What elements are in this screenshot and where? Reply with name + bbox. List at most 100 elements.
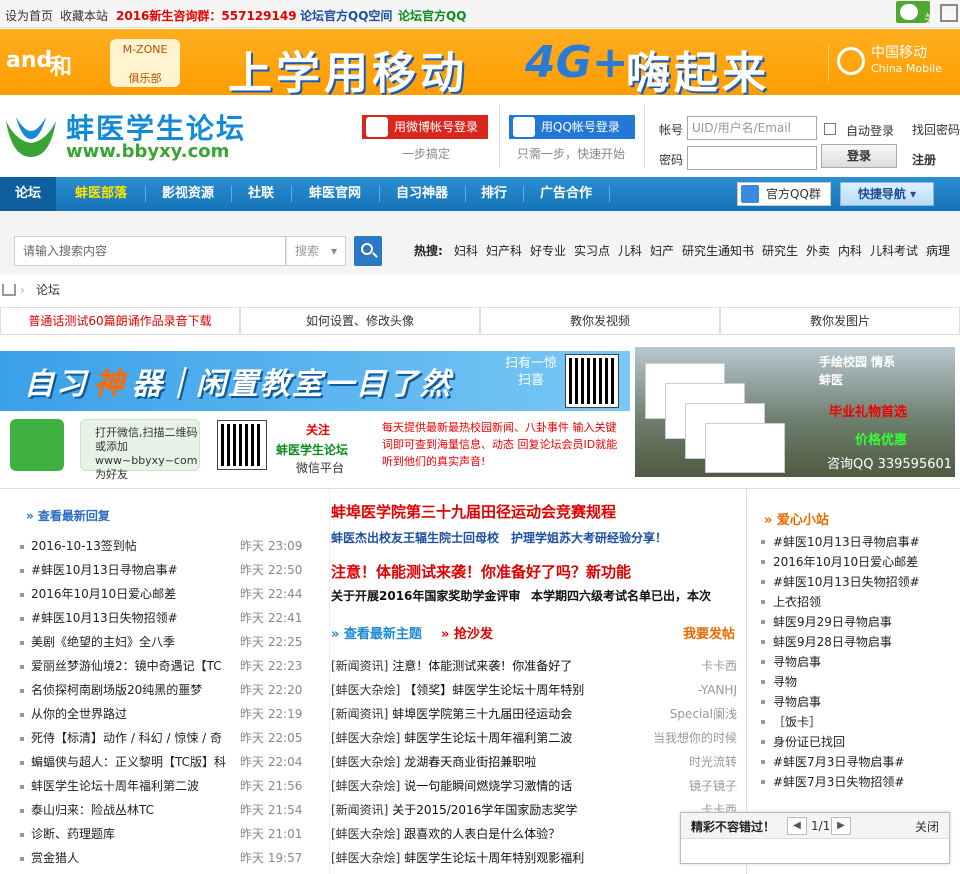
table-row[interactable]: [蚌医大杂烩] 龙湖春天商业街招兼职啦 时光流转 (331, 750, 737, 774)
home-icon[interactable] (2, 284, 16, 296)
weibo-login-button[interactable]: 用微博帐号登录 (362, 115, 488, 139)
quick-nav-button[interactable]: 快捷导航 ▾ (840, 182, 934, 206)
hot-search-item[interactable]: 研究生通知书 (682, 242, 754, 259)
study-tool-ad[interactable]: 自习 神 器｜闲置教室一目了然 扫有一惊扫喜 (0, 351, 630, 411)
list-item[interactable]: 寻物 (761, 672, 951, 692)
hot-search-item[interactable]: 病理 (926, 242, 950, 259)
nav-item-videos[interactable]: 影视资源 (146, 177, 230, 211)
list-item[interactable]: #蚌医10月13日失物招领# (761, 572, 951, 592)
list-item[interactable]: 2016-10-13签到帖 昨天 23:09 (20, 534, 310, 558)
list-item[interactable]: 2016年10月10日爱心邮差 昨天 22:44 (20, 582, 310, 606)
campus-drawing-ad[interactable]: 手绘校园 情系蚌医 毕业礼物首选 价格优惠 咨询QQ 339595601 (635, 347, 955, 477)
list-item[interactable]: #蚌医10月13日寻物启事# 昨天 22:50 (20, 558, 310, 582)
table-row[interactable]: [新闻资讯] 蚌埠医学院第三十九届田径运动会 Special阑浅 (331, 702, 737, 726)
search-button[interactable] (354, 236, 382, 266)
fullscreen-icon[interactable] (940, 4, 958, 22)
subheadline-1a[interactable]: 蚌医杰出校友王辐生院士回母校 (331, 529, 499, 546)
bookmark-link[interactable]: 收藏本站 (60, 7, 108, 24)
list-item[interactable]: 泰山归来：险战丛林TC 昨天 21:54 (20, 798, 310, 822)
subheadline-2b[interactable]: 本学期四六级考试名单已出，本次 (531, 587, 711, 604)
hot-search-item[interactable]: 妇产科 (486, 242, 522, 259)
set-home-link[interactable]: 设为首页 (5, 7, 53, 24)
list-item[interactable]: 寻物启事 (761, 692, 951, 712)
site-logo-icon[interactable] (2, 111, 60, 161)
next-arrow-icon[interactable]: ▶ (831, 817, 851, 835)
official-qq-link[interactable]: 论坛官方QQ (398, 7, 466, 24)
list-item[interactable]: 寻物启事 (761, 652, 951, 672)
quick-link-image[interactable]: 教你发图片 (720, 307, 960, 335)
site-url[interactable]: www.bbyxy.com (66, 141, 229, 162)
prev-arrow-icon[interactable]: ◀ (787, 817, 807, 835)
auto-login-checkbox[interactable] (824, 123, 836, 135)
table-row[interactable]: [新闻资讯] 关于2015/2016学年国家励志奖学 卡卡西 (331, 798, 737, 822)
list-item[interactable]: 蝙蝠侠与超人：正义黎明【TC版】科 昨天 22:04 (20, 750, 310, 774)
table-row[interactable]: [蚌医大杂烩] 蚌医学生论坛十周年福利第二波 当我想你的时候 (331, 726, 737, 750)
search-scope-select[interactable]: 搜索 ▾ (286, 236, 346, 266)
qq-group-link[interactable]: 2016新生咨询群：557129149 (116, 7, 297, 24)
password-input[interactable] (687, 146, 817, 170)
subheadline-2a[interactable]: 关于开展2016年国家奖助学金评审 (331, 587, 520, 604)
list-item[interactable]: #蚌医10月13日寻物启事# (761, 532, 951, 552)
official-qq-group-button[interactable]: 官方QQ群 (737, 182, 831, 206)
wechat-platform-ad[interactable]: 打开微信,扫描二维码或添加 www~bbyxy~com为好友 关注 蚌医学生论坛… (0, 413, 630, 481)
list-item[interactable]: 蚌医学生论坛十周年福利第二波 昨天 21:56 (20, 774, 310, 798)
list-item[interactable]: 蚌医9月29日寻物启事 (761, 612, 951, 632)
table-row[interactable]: [蚌医大杂烩] 蚌医学生论坛十周年特别观影福利 (331, 846, 737, 870)
table-row[interactable]: [蚌医大杂烩] 说一句能瞬间燃烧学习激情的话 镜子镜子 (331, 774, 737, 798)
list-item[interactable]: #蚌医7月3日寻物启事# (761, 752, 951, 772)
table-row[interactable]: [新闻资讯] 注意！体能测试来袭！你准备好了 卡卡西 (331, 654, 737, 678)
list-item[interactable]: 名侦探柯南剧场版20纯黑的噩梦 昨天 22:20 (20, 678, 310, 702)
list-item[interactable]: 赏金猎人 昨天 19:57 (20, 846, 310, 870)
hot-search-item[interactable]: 研究生 (762, 242, 798, 259)
top-banner-ad[interactable]: and 和 M-ZONE 俱乐部 上学用移动 4G+ 嗨起来 中国移动 China … (0, 29, 960, 99)
list-item[interactable]: 诊断、药理题库 昨天 21:01 (20, 822, 310, 846)
breadcrumb-current[interactable]: 论坛 (36, 275, 60, 305)
list-item[interactable]: 美剧《绝望的主妇》全八季 昨天 22:25 (20, 630, 310, 654)
nav-item-ranking[interactable]: 排行 (466, 177, 522, 211)
latest-threads-tab[interactable]: » 查看最新主题 (331, 623, 422, 642)
nav-item-ads[interactable]: 广告合作 (524, 177, 608, 211)
love-station-title[interactable]: » 爱心小站 (764, 509, 829, 528)
list-item[interactable]: 死侍【标清】动作 / 科幻 / 惊悚 / 奇昨天 22:05 (20, 726, 310, 750)
qzone-link[interactable]: 论坛官方QQ空间 (300, 7, 392, 24)
account-input[interactable]: UID/用户名/Email (687, 116, 817, 140)
list-item[interactable]: #蚌医7月3日失物招领# (761, 772, 951, 792)
new-post-button[interactable]: 我要发帖 (683, 623, 735, 642)
list-item[interactable]: 爱丽丝梦游仙境2：镜中奇遇记【TC 昨天 22:23 (20, 654, 310, 678)
list-item[interactable]: 身份证已找回 (761, 732, 951, 752)
nav-item-club[interactable]: 社联 (232, 177, 290, 211)
hot-search-item[interactable]: 妇科 (454, 242, 478, 259)
list-item[interactable]: 2016年10月10日爱心邮差 (761, 552, 951, 572)
register-link[interactable]: 注册 (912, 151, 936, 168)
nav-item-tribe[interactable]: 蚌医部落 (58, 177, 144, 211)
quick-link-putonghua[interactable]: 普通话测试60篇朗诵作品录音下载 (0, 307, 240, 335)
quick-link-avatar[interactable]: 如何设置、修改头像 (240, 307, 480, 335)
list-item[interactable]: ［饭卡］ (761, 712, 951, 732)
hot-search-item[interactable]: 好专业 (530, 242, 566, 259)
hot-search-item[interactable]: 儿科 (618, 242, 642, 259)
hot-search-item[interactable]: 外卖 (806, 242, 830, 259)
auto-login-label[interactable]: 自动登录 (846, 122, 894, 139)
hot-search-item[interactable]: 儿科考试 (870, 242, 918, 259)
hot-search-item[interactable]: 实习点 (574, 242, 610, 259)
nav-item-official-site[interactable]: 蚌医官网 (292, 177, 378, 211)
quick-link-video[interactable]: 教你发视频 (480, 307, 720, 335)
sofa-tab[interactable]: » 抢沙发 (441, 623, 493, 642)
subheadline-1b[interactable]: 护理学姐苏大考研经验分享！ (511, 529, 667, 546)
search-input[interactable]: 请输入搜索内容 (14, 236, 286, 266)
popup-close-button[interactable]: 关闭 (915, 818, 939, 835)
headline-1[interactable]: 蚌埠医学院第三十九届田径运动会竞赛规程 (331, 501, 616, 522)
table-row[interactable]: [蚌医大杂烩] 跟喜欢的人表白是什么体验？ (331, 822, 737, 846)
hot-search-item[interactable]: 内科 (838, 242, 862, 259)
latest-replies-title[interactable]: » 查看最新回复 (26, 507, 110, 524)
qq-login-button[interactable]: 用QQ帐号登录 (509, 115, 635, 139)
list-item[interactable]: 从你的全世界路过 昨天 22:19 (20, 702, 310, 726)
find-password-link[interactable]: 找回密码 (912, 121, 960, 138)
headline-2[interactable]: 注意！体能测试来袭！你准备好了吗？新功能 (331, 561, 631, 582)
table-row[interactable]: [蚌医大杂烩] 【领奖】蚌医学生论坛十周年特别 -YANHJ (331, 678, 737, 702)
login-button[interactable]: 登录 (821, 144, 897, 168)
list-item[interactable]: #蚌医10月13日失物招领# 昨天 22:41 (20, 606, 310, 630)
nav-item-forum[interactable]: 论坛 (0, 177, 56, 211)
hot-search-item[interactable]: 妇产 (650, 242, 674, 259)
list-item[interactable]: 上衣招领 (761, 592, 951, 612)
